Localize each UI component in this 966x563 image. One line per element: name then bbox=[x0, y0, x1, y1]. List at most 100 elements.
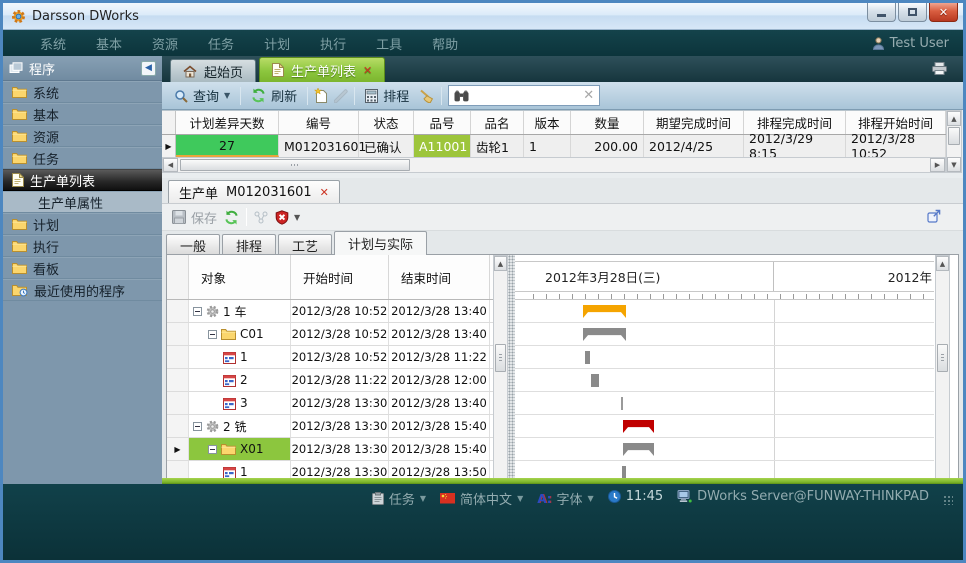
scroll-thumb[interactable] bbox=[948, 127, 960, 145]
grid-column-header-0[interactable]: 计划差异天数 bbox=[176, 111, 279, 134]
detail-tab-3[interactable]: 计划与实际 bbox=[334, 231, 427, 255]
task-dropdown-icon[interactable]: ▼ bbox=[420, 494, 426, 503]
sidebar-item-1[interactable]: 基本 bbox=[3, 103, 162, 125]
tab-close-icon[interactable]: ✕ bbox=[363, 64, 372, 77]
popout-icon[interactable] bbox=[927, 209, 941, 223]
tree-column-end[interactable]: 结束时间 bbox=[389, 255, 490, 299]
validate-dropdown-icon[interactable]: ▼ bbox=[294, 213, 300, 222]
gantt-bar-summary[interactable] bbox=[623, 420, 654, 433]
detail-tab-close-icon[interactable]: ✕ bbox=[320, 186, 329, 199]
tree-expander-icon[interactable] bbox=[208, 330, 217, 339]
new-document-icon[interactable] bbox=[314, 88, 328, 103]
scroll-thumb[interactable] bbox=[180, 159, 410, 171]
grid-column-header-6[interactable]: 数量 bbox=[571, 111, 644, 134]
tab-home[interactable]: 起始页 bbox=[170, 59, 256, 82]
sidebar-collapse-button[interactable]: ◀ bbox=[141, 61, 156, 76]
sidebar-item-9[interactable]: 最近使用的程序 bbox=[3, 279, 162, 301]
detail-tab-1[interactable]: 排程 bbox=[222, 234, 276, 255]
sidebar-item-2[interactable]: 资源 bbox=[3, 125, 162, 147]
grid-column-header-2[interactable]: 状态 bbox=[359, 111, 414, 134]
grid-row[interactable]: 27M012031601已确认A11001齿轮11200.002012/4/25… bbox=[162, 135, 946, 158]
scroll-up-arrow[interactable]: ▲ bbox=[936, 256, 949, 271]
tree-row-5[interactable]: 2 铣2012/3/28 13:302012/3/28 15:40 bbox=[167, 415, 493, 438]
gantt-bar-task[interactable] bbox=[585, 351, 590, 364]
scroll-thumb[interactable] bbox=[495, 344, 506, 372]
schedule-button[interactable]: 排程 bbox=[361, 84, 413, 107]
scroll-thumb[interactable] bbox=[937, 344, 948, 372]
grid-column-header-1[interactable]: 编号 bbox=[279, 111, 359, 134]
sidebar-item-5[interactable]: 生产单属性 bbox=[3, 191, 162, 213]
gantt-bar-task[interactable] bbox=[591, 374, 599, 387]
scroll-left-arrow[interactable]: ◀ bbox=[163, 158, 178, 172]
tree-expander-icon[interactable] bbox=[193, 422, 202, 431]
tree-vscrollbar[interactable]: ▲ ▼ bbox=[493, 255, 508, 507]
tree-row-1[interactable]: C012012/3/28 10:522012/3/28 13:40 bbox=[167, 323, 493, 346]
menu-item-5[interactable]: 执行 bbox=[305, 34, 361, 53]
printer-icon[interactable] bbox=[932, 62, 947, 75]
gantt-bar-summary[interactable] bbox=[583, 328, 626, 341]
tree-column-object[interactable]: 对象 bbox=[189, 255, 291, 299]
edit-pencil-icon[interactable] bbox=[334, 89, 348, 103]
menu-item-3[interactable]: 任务 bbox=[193, 34, 249, 53]
tab-active[interactable]: 生产单列表✕ bbox=[259, 57, 385, 82]
menu-item-7[interactable]: 帮助 bbox=[417, 34, 473, 53]
menu-item-2[interactable]: 资源 bbox=[137, 34, 193, 53]
grid-column-header-7[interactable]: 期望完成时间 bbox=[644, 111, 744, 134]
status-language-menu[interactable]: 简体中文 ▼ bbox=[440, 489, 523, 508]
grid-column-header-5[interactable]: 版本 bbox=[524, 111, 571, 134]
maximize-button[interactable] bbox=[898, 3, 927, 22]
order-detail-tab[interactable]: 生产单 M012031601 ✕ bbox=[168, 180, 340, 203]
detail-tab-0[interactable]: 一般 bbox=[166, 234, 220, 255]
gantt-vscrollbar[interactable]: ▲ ▼ bbox=[935, 255, 950, 507]
tree-column-start[interactable]: 开始时间 bbox=[291, 255, 389, 299]
tree-row-0[interactable]: 1 车2012/3/28 10:522012/3/28 13:40 bbox=[167, 300, 493, 323]
tree-expander-icon[interactable] bbox=[193, 307, 202, 316]
status-font-menu[interactable]: A: 字体 ▼ bbox=[537, 489, 593, 508]
tree-expander-icon[interactable] bbox=[208, 445, 217, 454]
detail-tab-2[interactable]: 工艺 bbox=[278, 234, 332, 255]
hierarchy-icon[interactable] bbox=[254, 211, 268, 224]
status-task-menu[interactable]: 任务 ▼ bbox=[372, 489, 426, 508]
sidebar-item-4[interactable]: 生产单列表 bbox=[3, 169, 162, 191]
sidebar-item-7[interactable]: 执行 bbox=[3, 235, 162, 257]
resize-grip[interactable] bbox=[943, 495, 953, 505]
grid-column-header-4[interactable]: 品名 bbox=[471, 111, 524, 134]
query-dropdown-icon[interactable]: ▼ bbox=[224, 91, 230, 100]
toolbar-search-input[interactable] bbox=[474, 89, 578, 103]
menu-item-0[interactable]: 系统 bbox=[25, 34, 81, 53]
user-indicator[interactable]: Test User bbox=[872, 36, 949, 51]
font-dropdown-icon[interactable]: ▼ bbox=[588, 494, 594, 503]
gantt-bar-summary[interactable] bbox=[583, 305, 626, 318]
tree-object: 1 车 bbox=[189, 303, 246, 320]
tree-row-4[interactable]: 32012/3/28 13:302012/3/28 13:40 bbox=[167, 392, 493, 415]
sidebar-item-8[interactable]: 看板 bbox=[3, 257, 162, 279]
broom-icon[interactable] bbox=[419, 89, 435, 103]
menu-item-1[interactable]: 基本 bbox=[81, 34, 137, 53]
menu-item-4[interactable]: 计划 bbox=[249, 34, 305, 53]
refresh-icon[interactable] bbox=[224, 210, 239, 225]
close-button[interactable]: ✕ bbox=[929, 3, 958, 22]
validate-button[interactable]: ▼ bbox=[275, 210, 300, 225]
orders-grid-hscrollbar[interactable]: ◀ ▶ bbox=[162, 157, 946, 173]
scroll-right-arrow[interactable]: ▶ bbox=[930, 158, 945, 172]
tree-row-3[interactable]: 22012/3/28 11:222012/3/28 12:00 bbox=[167, 369, 493, 392]
sidebar-item-0[interactable]: 系统 bbox=[3, 81, 162, 103]
scroll-up-arrow[interactable]: ▲ bbox=[947, 111, 961, 126]
gantt-bar-summary[interactable] bbox=[623, 443, 654, 456]
query-button[interactable]: 查询 ▼ bbox=[170, 84, 234, 107]
tree-row-6[interactable]: X012012/3/28 13:302012/3/28 15:40 bbox=[167, 438, 493, 461]
language-dropdown-icon[interactable]: ▼ bbox=[517, 494, 523, 503]
toolbar-search-clear-icon[interactable]: ✕ bbox=[583, 88, 594, 103]
sidebar-item-6[interactable]: 计划 bbox=[3, 213, 162, 235]
menu-item-6[interactable]: 工具 bbox=[361, 34, 417, 53]
gantt-bar-task[interactable] bbox=[621, 397, 623, 410]
refresh-button[interactable]: 刷新 bbox=[247, 84, 301, 107]
grid-column-header-3[interactable]: 品号 bbox=[414, 111, 471, 134]
scroll-up-arrow[interactable]: ▲ bbox=[494, 256, 507, 271]
save-button[interactable]: 保存 bbox=[172, 208, 217, 227]
minimize-button[interactable] bbox=[867, 3, 896, 22]
orders-grid-vscrollbar[interactable]: ▲ ▼ bbox=[946, 110, 962, 173]
tree-row-2[interactable]: 12012/3/28 10:522012/3/28 11:22 bbox=[167, 346, 493, 369]
sidebar-item-3[interactable]: 任务 bbox=[3, 147, 162, 169]
scroll-down-arrow[interactable]: ▼ bbox=[947, 157, 961, 172]
